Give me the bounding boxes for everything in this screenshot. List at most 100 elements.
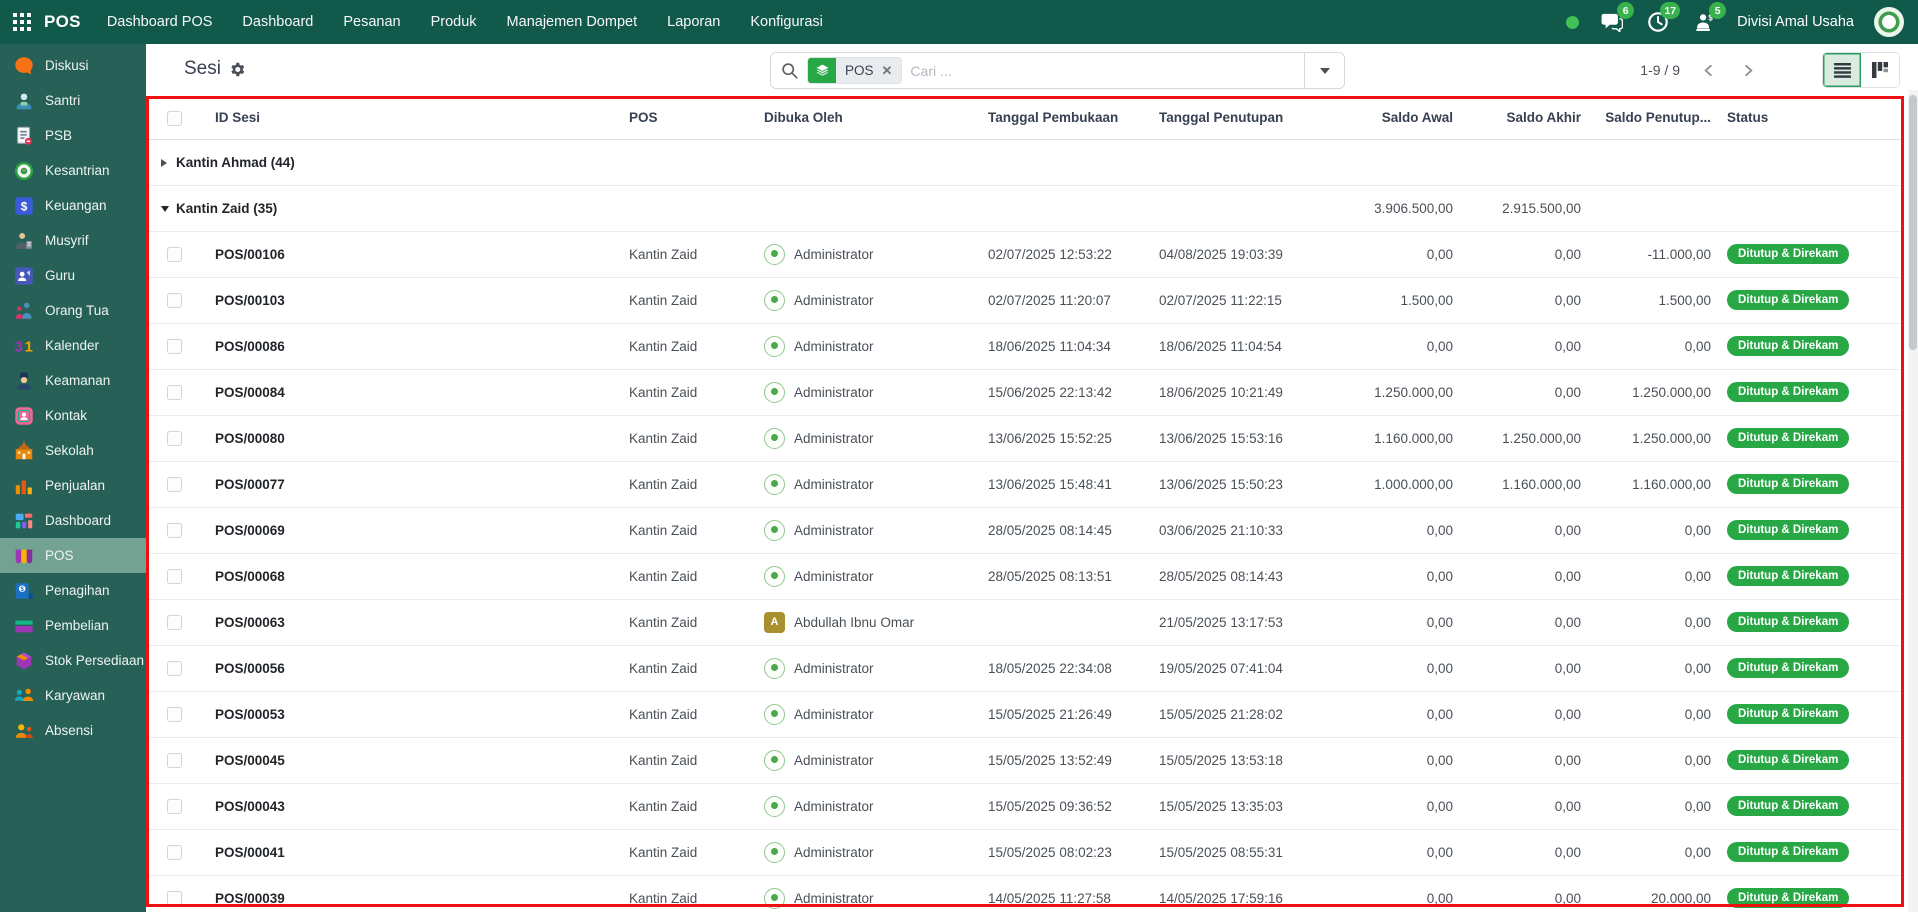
group-caret-collapsed-icon[interactable] bbox=[161, 159, 167, 167]
column-header-close-date[interactable]: Tanggal Penutupan bbox=[1141, 97, 1313, 139]
row-checkbox[interactable] bbox=[167, 523, 182, 538]
sidebar-item-absensi[interactable]: Absensi bbox=[0, 713, 146, 748]
nav-menu-manajemen-dompet[interactable]: Manajemen Dompet bbox=[507, 14, 638, 30]
gear-icon[interactable] bbox=[229, 61, 246, 78]
sidebar-item-pembelian[interactable]: Pembelian bbox=[0, 608, 146, 643]
sidebar-item-keamanan[interactable]: Keamanan bbox=[0, 363, 146, 398]
table-row[interactable]: POS/00080Kantin ZaidAdministrator13/06/2… bbox=[147, 415, 1904, 461]
apps-grid-icon[interactable] bbox=[0, 0, 44, 44]
table-row[interactable]: POS/00043Kantin ZaidAdministrator15/05/2… bbox=[147, 783, 1904, 829]
sidebar-item-label: Kontak bbox=[45, 408, 87, 423]
table-row[interactable]: POS/00103Kantin ZaidAdministrator02/07/2… bbox=[147, 277, 1904, 323]
search-dropdown-toggle[interactable] bbox=[1304, 53, 1344, 88]
row-checkbox[interactable] bbox=[167, 707, 182, 722]
sidebar-item-santri[interactable]: Santri bbox=[0, 83, 146, 118]
opened-by-name: Administrator bbox=[794, 799, 874, 814]
row-checkbox[interactable] bbox=[167, 845, 182, 860]
table-row[interactable]: POS/00077Kantin ZaidAdministrator13/06/2… bbox=[147, 461, 1904, 507]
group-label: Kantin Zaid (35) bbox=[176, 201, 277, 216]
row-checkbox[interactable] bbox=[167, 661, 182, 676]
sidebar-item-karyawan[interactable]: Karyawan bbox=[0, 678, 146, 713]
group-caret-expanded-icon[interactable] bbox=[161, 206, 169, 212]
row-checkbox[interactable] bbox=[167, 385, 182, 400]
row-checkbox[interactable] bbox=[167, 477, 182, 492]
messages-icon[interactable]: 6 bbox=[1599, 9, 1625, 35]
supervisor-icon bbox=[12, 229, 36, 253]
closing-date: 21/05/2025 13:17:53 bbox=[1141, 599, 1313, 645]
nav-menu-dashboard-pos[interactable]: Dashboard POS bbox=[107, 14, 213, 30]
nav-menu-pesanan[interactable]: Pesanan bbox=[343, 14, 400, 30]
table-row[interactable]: POS/00084Kantin ZaidAdministrator15/06/2… bbox=[147, 369, 1904, 415]
table-header-row: ID Sesi POS Dibuka Oleh Tanggal Pembukaa… bbox=[147, 97, 1904, 139]
nav-menu-laporan[interactable]: Laporan bbox=[667, 14, 720, 30]
table-row[interactable]: POS/00053Kantin ZaidAdministrator15/05/2… bbox=[147, 691, 1904, 737]
activities-clock-icon[interactable]: 17 bbox=[1645, 9, 1671, 35]
table-row[interactable]: POS/00039Kantin ZaidAdministrator14/05/2… bbox=[147, 875, 1904, 912]
search-input[interactable] bbox=[910, 63, 1304, 79]
saldo-penutup: 0,00 bbox=[1591, 553, 1721, 599]
table-row[interactable]: POS/00063Kantin ZaidAAbdullah Ibnu Omar2… bbox=[147, 599, 1904, 645]
list-view-button[interactable] bbox=[1823, 53, 1861, 87]
sidebar-item-dashboard[interactable]: Dashboard bbox=[0, 503, 146, 538]
table-row[interactable]: POS/00068Kantin ZaidAdministrator28/05/2… bbox=[147, 553, 1904, 599]
app-brand[interactable]: POS bbox=[44, 12, 81, 32]
wallet-user-icon[interactable]: $ 5 bbox=[1691, 9, 1717, 35]
row-checkbox[interactable] bbox=[167, 753, 182, 768]
nav-menu-produk[interactable]: Produk bbox=[431, 14, 477, 30]
sidebar-item-guru[interactable]: Guru bbox=[0, 258, 146, 293]
sidebar-item-orang-tua[interactable]: Orang Tua bbox=[0, 293, 146, 328]
user-avatar[interactable] bbox=[1874, 7, 1904, 37]
sidebar-item-psb[interactable]: PSB bbox=[0, 118, 146, 153]
sidebar-item-musyrif[interactable]: Musyrif bbox=[0, 223, 146, 258]
table-row[interactable]: POS/00045Kantin ZaidAdministrator15/05/2… bbox=[147, 737, 1904, 783]
sidebar-item-stok-persediaan[interactable]: Stok Persediaan bbox=[0, 643, 146, 678]
table-row[interactable]: POS/00106Kantin ZaidAdministrator02/07/2… bbox=[147, 231, 1904, 277]
row-checkbox[interactable] bbox=[167, 431, 182, 446]
table-row[interactable]: POS/00041Kantin ZaidAdministrator15/05/2… bbox=[147, 829, 1904, 875]
sidebar-item-pos[interactable]: POS bbox=[0, 538, 146, 573]
row-checkbox[interactable] bbox=[167, 799, 182, 814]
sidebar-item-kesantrian[interactable]: Kesantrian bbox=[0, 153, 146, 188]
scrollbar-thumb[interactable] bbox=[1909, 95, 1917, 350]
group-row[interactable]: Kantin Ahmad (44) bbox=[147, 139, 1904, 185]
sidebar-item-diskusi[interactable]: Diskusi bbox=[0, 48, 146, 83]
pager-prev-button[interactable] bbox=[1688, 54, 1728, 86]
table-row[interactable]: POS/00086Kantin ZaidAdministrator18/06/2… bbox=[147, 323, 1904, 369]
saldo-akhir: 0,00 bbox=[1463, 599, 1591, 645]
column-header-pos[interactable]: POS bbox=[621, 97, 756, 139]
sidebar-item-penagihan[interactable]: $Penagihan bbox=[0, 573, 146, 608]
table-row[interactable]: POS/00056Kantin ZaidAdministrator18/05/2… bbox=[147, 645, 1904, 691]
row-checkbox[interactable] bbox=[167, 569, 182, 584]
row-checkbox[interactable] bbox=[167, 339, 182, 354]
opening-date: 15/06/2025 22:13:42 bbox=[966, 369, 1141, 415]
column-header-saldo-penutup[interactable]: Saldo Penutup... bbox=[1591, 97, 1721, 139]
pager-next-button[interactable] bbox=[1728, 54, 1768, 86]
column-header-open-date[interactable]: Tanggal Pembukaan bbox=[966, 97, 1141, 139]
row-checkbox[interactable] bbox=[167, 247, 182, 262]
user-logo-avatar bbox=[764, 750, 785, 771]
saldo-penutup: 1.160.000,00 bbox=[1591, 461, 1721, 507]
sidebar-item-keuangan[interactable]: $Keuangan bbox=[0, 188, 146, 223]
nav-menu-dashboard[interactable]: Dashboard bbox=[242, 14, 313, 30]
column-header-saldo-awal[interactable]: Saldo Awal bbox=[1313, 97, 1463, 139]
column-header-saldo-akhir[interactable]: Saldo Akhir bbox=[1463, 97, 1591, 139]
group-row[interactable]: Kantin Zaid (35)3.906.500,002.915.500,00 bbox=[147, 185, 1904, 231]
select-all-checkbox[interactable] bbox=[167, 111, 182, 126]
sidebar-item-kalender[interactable]: 31Kalender bbox=[0, 328, 146, 363]
table-row[interactable]: POS/00069Kantin ZaidAdministrator28/05/2… bbox=[147, 507, 1904, 553]
sidebar-item-kontak[interactable]: Kontak bbox=[0, 398, 146, 433]
company-switcher[interactable]: Divisi Amal Usaha bbox=[1737, 14, 1854, 30]
closing-date: 15/05/2025 13:53:18 bbox=[1141, 737, 1313, 783]
sidebar-item-sekolah[interactable]: Sekolah bbox=[0, 433, 146, 468]
column-header-opened-by[interactable]: Dibuka Oleh bbox=[756, 97, 966, 139]
nav-menu-konfigurasi[interactable]: Konfigurasi bbox=[750, 14, 823, 30]
column-header-status[interactable]: Status bbox=[1721, 97, 1904, 139]
row-checkbox[interactable] bbox=[167, 293, 182, 308]
row-checkbox[interactable] bbox=[167, 615, 182, 630]
row-checkbox[interactable] bbox=[167, 891, 182, 906]
column-header-id[interactable]: ID Sesi bbox=[201, 97, 621, 139]
sidebar-item-penjualan[interactable]: Penjualan bbox=[0, 468, 146, 503]
vertical-scrollbar[interactable] bbox=[1908, 90, 1918, 912]
facet-remove-icon[interactable]: ✕ bbox=[882, 63, 893, 79]
kanban-view-button[interactable] bbox=[1861, 53, 1899, 87]
